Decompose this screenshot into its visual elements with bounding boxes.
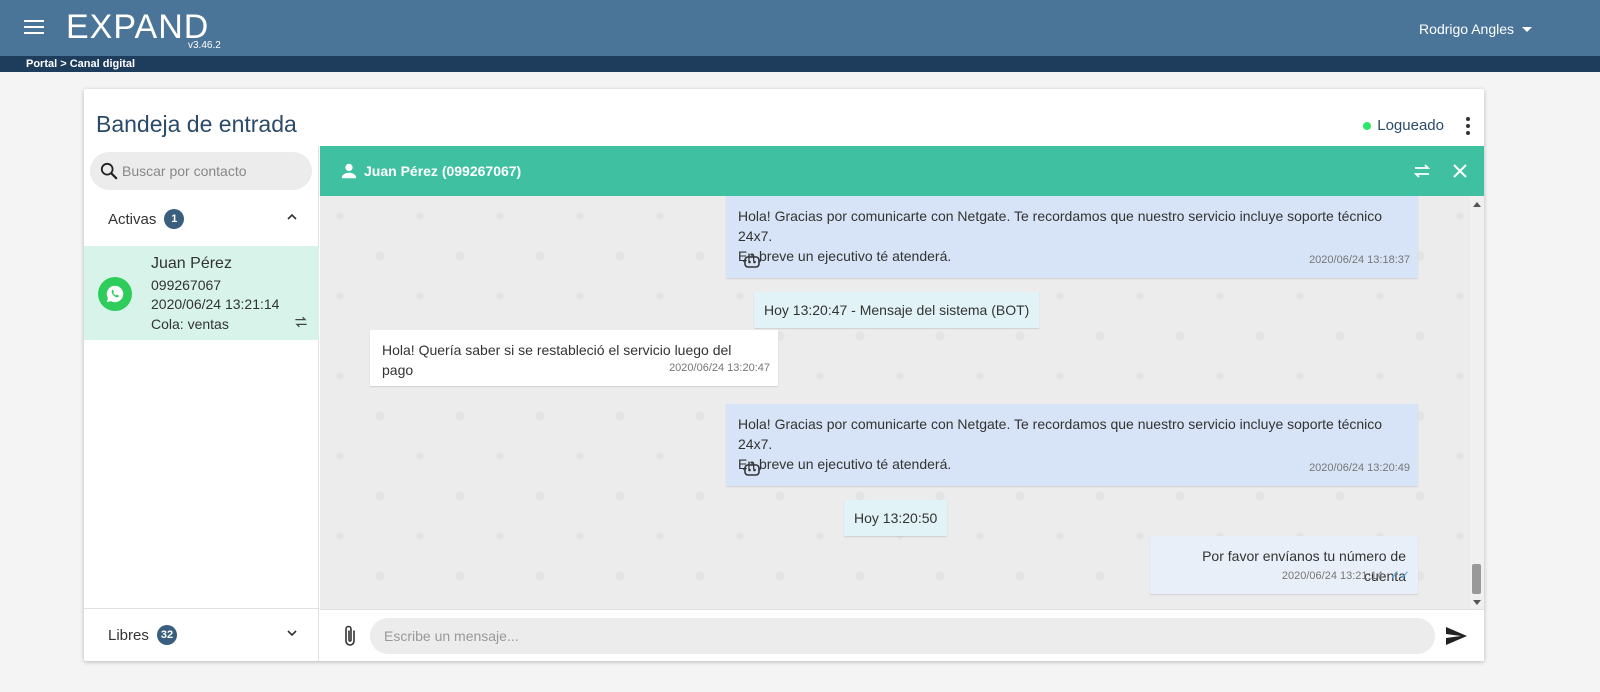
contact-name: Juan Pérez	[151, 255, 232, 272]
status-dot-icon	[1363, 121, 1372, 130]
messages-area: Hola! Gracias por comunicarte con Netgat…	[320, 196, 1484, 609]
divider	[84, 608, 319, 609]
system-message-text: Hoy 13:20:47 - Mensaje del sistema (BOT)	[764, 302, 1030, 318]
robot-icon	[743, 253, 761, 268]
incoming-message: Hola! Quería saber si se restableció el …	[370, 330, 778, 386]
chevron-up-icon[interactable]	[287, 212, 297, 222]
read-ticks-icon: ✓✓	[1389, 568, 1410, 582]
chat-header: Juan Pérez (099267067)	[320, 146, 1484, 196]
system-message-text: Hoy 13:20:50	[854, 510, 938, 526]
section-free-label: Libres	[108, 626, 149, 644]
contact-phone: 099267067	[151, 277, 222, 293]
search-box	[90, 152, 312, 190]
message-text: En breve un ejecutivo té atenderá.	[738, 248, 952, 264]
message-text: Hola! Gracias por comunicarte con Netgat…	[738, 416, 1383, 452]
system-message: Hoy 13:20:47 - Mensaje del sistema (BOT)	[754, 292, 1040, 328]
messages-scrollbar[interactable]	[1470, 196, 1484, 609]
contact-queue: Cola: ventas	[151, 316, 229, 332]
message-time: 2020/06/24 13:21:14	[1281, 570, 1383, 582]
more-options-icon[interactable]	[1466, 117, 1470, 135]
scroll-down-icon[interactable]	[1473, 600, 1481, 605]
active-count-badge: 1	[164, 209, 185, 229]
login-status: Logueado	[1363, 117, 1444, 134]
page-title: Bandeja de entrada	[96, 111, 297, 137]
contact-item[interactable]: Juan Pérez 099267067 2020/06/24 13:21:14…	[84, 246, 319, 340]
send-icon[interactable]	[1444, 624, 1468, 648]
user-name: Rodrigo Angles	[1419, 21, 1514, 37]
message-text: En breve un ejecutivo té atenderá.	[738, 456, 952, 472]
free-count-badge: 32	[156, 625, 178, 645]
contact-date: 2020/06/24 13:21:14	[151, 296, 280, 312]
bot-message: Hola! Gracias por comunicarte con Netgat…	[726, 196, 1418, 278]
robot-icon	[743, 461, 761, 476]
transfer-chat-icon[interactable]	[1412, 161, 1432, 181]
chat-title: Juan Pérez (099267067)	[364, 163, 522, 179]
chat-panel: Juan Pérez (099267067) Hola! Gracias por…	[320, 146, 1484, 661]
app-version: v3.46.2	[188, 40, 221, 51]
message-input[interactable]	[370, 618, 1435, 654]
outgoing-message: Por favor envíanos tu número de cuenta 2…	[1150, 536, 1418, 594]
section-active-label: Activas	[108, 210, 157, 228]
message-composer	[320, 609, 1484, 661]
user-menu[interactable]: Rodrigo Angles	[1419, 21, 1532, 37]
breadcrumb: Portal > Canal digital	[0, 56, 1600, 72]
breadcrumb-text[interactable]: Portal > Canal digital	[26, 58, 135, 70]
transfer-icon[interactable]	[293, 314, 309, 330]
system-message: Hoy 13:20:50	[844, 500, 948, 536]
menu-icon[interactable]	[24, 20, 44, 36]
contacts-panel: Activas 1 Juan Pérez 099267067 2020/06/2…	[84, 146, 319, 661]
top-bar: EXPAND v3.46.2 Rodrigo Angles	[0, 0, 1600, 56]
message-time: 2020/06/24 13:20:47	[669, 362, 770, 374]
section-active[interactable]: Activas 1	[84, 196, 319, 242]
search-icon	[100, 162, 118, 180]
search-input[interactable]	[122, 163, 302, 179]
message-time: 2020/06/24 13:18:37	[1309, 254, 1410, 266]
whatsapp-icon	[98, 277, 132, 311]
message-time-wrap: 2020/06/24 13:21:14 ✓✓	[1282, 565, 1410, 586]
close-icon[interactable]	[1450, 161, 1470, 181]
scroll-up-icon[interactable]	[1473, 202, 1481, 207]
bot-message: Hola! Gracias por comunicarte con Netgat…	[726, 404, 1418, 486]
person-icon	[341, 163, 357, 179]
chevron-down-icon[interactable]	[287, 628, 297, 638]
attach-icon[interactable]	[340, 624, 360, 648]
caret-down-icon	[1522, 26, 1532, 32]
message-time: 2020/06/24 13:20:49	[1309, 462, 1410, 474]
scroll-thumb[interactable]	[1472, 564, 1481, 594]
section-free[interactable]: Libres 32	[84, 612, 319, 658]
status-label: Logueado	[1377, 117, 1444, 134]
message-text: Hola! Gracias por comunicarte con Netgat…	[738, 208, 1383, 244]
inbox-card: Bandeja de entrada Logueado Activas 1	[84, 89, 1484, 661]
